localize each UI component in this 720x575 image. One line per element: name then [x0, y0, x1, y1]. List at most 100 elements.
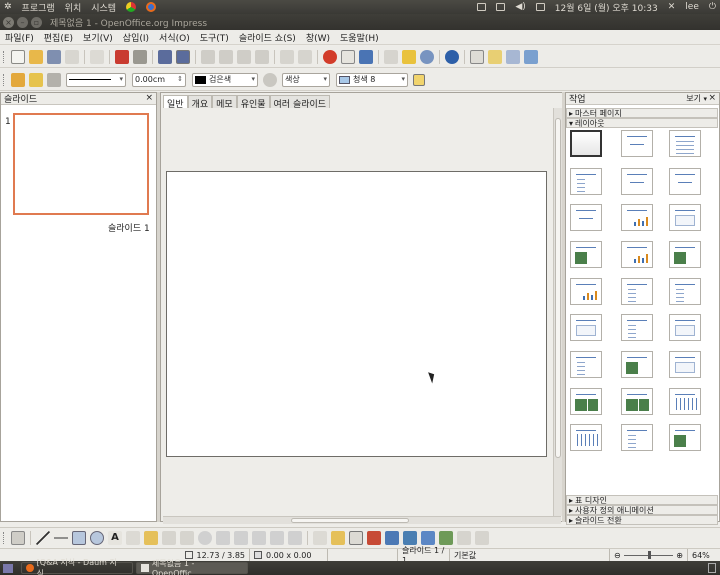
menu-file[interactable]: 파일(F) — [0, 31, 39, 44]
layout-title-only-top[interactable] — [570, 204, 602, 231]
connector-icon[interactable] — [162, 530, 176, 545]
user-name[interactable]: lee — [685, 2, 699, 12]
section-layouts[interactable]: ▾ 레이아웃 — [566, 118, 718, 128]
ellipse-icon[interactable] — [90, 530, 104, 545]
slide-thumbnail[interactable] — [13, 113, 149, 215]
ubuntu-logo-icon[interactable]: ✲ — [4, 2, 12, 12]
chart-icon[interactable] — [323, 49, 337, 64]
points-icon[interactable] — [313, 530, 327, 545]
panel-menu-applications[interactable]: 프로그램 — [22, 1, 55, 14]
callouts-icon[interactable] — [270, 530, 284, 545]
symbol-shapes-icon[interactable] — [216, 530, 230, 545]
layout-bars-v[interactable] — [570, 424, 602, 451]
toolbar-grip[interactable] — [3, 73, 6, 86]
undo-icon[interactable] — [280, 49, 294, 64]
glue-points-icon[interactable] — [331, 530, 345, 545]
area-color-select[interactable]: 청색 8 ▾ — [336, 72, 408, 87]
zoom-level[interactable]: 64% — [688, 549, 714, 562]
tab-notes[interactable]: 메모 — [212, 95, 237, 110]
task-pane-view-menu[interactable]: 보기 — [686, 93, 701, 104]
toolbar-grip[interactable] — [3, 531, 6, 544]
open-folder-icon[interactable] — [29, 49, 43, 64]
line-tool-icon[interactable] — [36, 530, 50, 545]
layout-pics-grid[interactable] — [621, 388, 653, 415]
from-file-image-icon[interactable] — [367, 530, 381, 545]
power-icon[interactable]: ⏻ — [709, 2, 716, 12]
tab-slide-sorter[interactable]: 여러 슬라이드 — [269, 95, 331, 110]
menu-slideshow[interactable]: 슬라이드 쇼(S) — [234, 31, 301, 44]
area-style-select[interactable]: 색상 ▾ — [282, 72, 330, 87]
extrusion-icon[interactable] — [457, 530, 471, 545]
layout-picture-right[interactable] — [669, 424, 701, 451]
fontwork-icon[interactable] — [349, 530, 363, 545]
clock[interactable]: 12월 6일 (월) 오후 10:33 — [555, 1, 658, 14]
cut-icon[interactable] — [201, 49, 215, 64]
format-paintbrush-icon[interactable] — [255, 49, 269, 64]
arrow-style-icon[interactable] — [47, 72, 61, 87]
slide-icon[interactable] — [470, 49, 484, 64]
taskbar-item-browser[interactable]: [Q&A 지식 - Daum 지식... — [21, 558, 133, 575]
line-width-field[interactable]: 0.00cm ⇕ — [132, 72, 186, 87]
save-icon[interactable] — [47, 49, 61, 64]
table-icon[interactable] — [341, 49, 355, 64]
stars-icon[interactable] — [288, 530, 302, 545]
window-titlebar[interactable]: × – ▫ 제목없음 1 - OpenOffice.org Impress — [0, 14, 720, 30]
layout-two-list[interactable] — [669, 278, 701, 305]
tab-handout[interactable]: 유인물 — [236, 95, 270, 110]
layout-title-content[interactable] — [621, 130, 653, 157]
panel-menu-places[interactable]: 위치 — [65, 1, 82, 14]
slide-canvas[interactable] — [166, 171, 547, 457]
layout-chart[interactable] — [621, 204, 653, 231]
gallery-icon[interactable] — [385, 530, 399, 545]
layout-bars[interactable] — [669, 388, 701, 415]
mail-icon[interactable] — [65, 49, 79, 64]
zoom-slider-thumb[interactable] — [648, 550, 651, 559]
tab-outline[interactable]: 개요 — [187, 95, 213, 110]
zoom-slider[interactable]: ⊖ ⊕ — [610, 548, 688, 562]
layout-bars-list[interactable] — [621, 424, 653, 451]
autospellcheck-icon[interactable] — [176, 49, 190, 64]
block-arrows-icon[interactable] — [234, 530, 248, 545]
menu-insert[interactable]: 삽입(I) — [118, 31, 154, 44]
close-icon[interactable]: × — [708, 93, 716, 103]
layout-two-content[interactable] — [570, 168, 602, 195]
new-document-icon[interactable] — [11, 49, 25, 64]
layout-centered[interactable] — [669, 168, 701, 195]
layout-text-picture[interactable] — [669, 241, 701, 268]
alignment-icon[interactable] — [421, 530, 435, 545]
taskbar-item-impress[interactable]: 제목없음 1 - OpenOffic... — [136, 559, 248, 575]
spellcheck-icon[interactable] — [158, 49, 172, 64]
minimize-window-icon[interactable]: – — [17, 16, 28, 28]
volume-icon[interactable]: ◀) — [515, 2, 525, 12]
vertical-text-icon[interactable] — [126, 530, 140, 545]
menu-tools[interactable]: 도구(T) — [195, 31, 234, 44]
select-arrow-icon[interactable] — [11, 530, 25, 545]
chrome-launcher-icon[interactable] — [126, 2, 137, 12]
section-table-design[interactable]: ▸ 표 디자인 — [566, 495, 718, 505]
close-window-icon[interactable]: × — [3, 16, 14, 28]
firefox-launcher-icon[interactable] — [146, 2, 157, 12]
layout-table[interactable] — [669, 204, 701, 231]
layout-list-two[interactable] — [570, 351, 602, 378]
layout-text-list[interactable] — [621, 278, 653, 305]
area-icon[interactable] — [263, 72, 277, 87]
arrange-icon[interactable] — [439, 530, 453, 545]
layout-title-list[interactable] — [669, 130, 701, 157]
text-tool-icon[interactable]: A — [108, 530, 122, 545]
toggle-extrusion-icon[interactable] — [475, 530, 489, 545]
slide-design-icon[interactable] — [488, 49, 502, 64]
vertical-scroll-thumb[interactable] — [555, 118, 561, 458]
layout-pics-row[interactable] — [570, 388, 602, 415]
menu-window[interactable]: 창(W) — [301, 31, 335, 44]
grid-icon[interactable] — [384, 49, 398, 64]
close-icon[interactable]: × — [145, 93, 153, 103]
section-custom-animation[interactable]: ▸ 사용자 정의 애니메이션 — [566, 505, 718, 515]
mail-icon[interactable] — [535, 3, 545, 11]
panel-menu-system[interactable]: 시스템 — [91, 1, 116, 14]
section-slide-transition[interactable]: ▸ 슬라이드 전환 — [566, 515, 718, 525]
show-draw-functions-icon[interactable] — [359, 49, 373, 64]
rectangle-icon[interactable] — [72, 530, 86, 545]
styles-icon[interactable] — [11, 72, 25, 87]
network-icon[interactable] — [477, 3, 487, 11]
lines-arrows-icon[interactable] — [180, 530, 194, 545]
